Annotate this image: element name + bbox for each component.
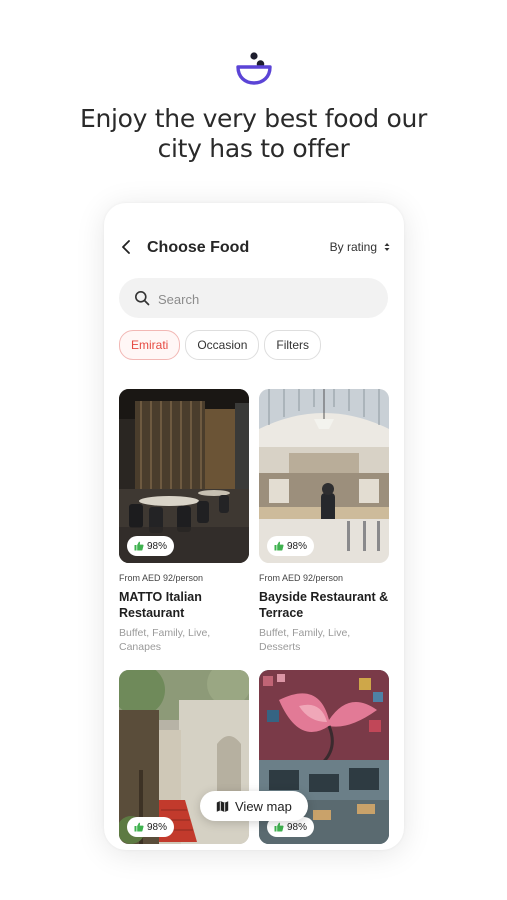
- chip-filters[interactable]: Filters: [264, 330, 322, 360]
- headline: Enjoy the very best food our city has to…: [0, 104, 507, 164]
- app-logo-icon: [236, 52, 272, 85]
- map-icon: [216, 800, 229, 812]
- rating-value: 98%: [287, 540, 308, 552]
- chip-occasion[interactable]: Occasion: [185, 330, 260, 360]
- page-title: Choose Food: [147, 239, 250, 256]
- headline-line-1: Enjoy the very best food our: [79, 104, 428, 133]
- restaurant-card[interactable]: 98% From AED 92/person Bayside Restauran…: [259, 389, 389, 654]
- restaurant-tags: Buffet, Family, Live, Desserts: [259, 627, 351, 653]
- thumbs-up-icon: [134, 541, 144, 551]
- top-bar: Choose Food By rating: [104, 231, 404, 265]
- rating-value: 98%: [147, 540, 168, 552]
- search-input[interactable]: [156, 278, 380, 320]
- search-bar: [119, 278, 388, 320]
- headline-line-2: city has to offer: [157, 134, 350, 163]
- restaurant-name: Bayside Restaurant & Terrace: [259, 590, 389, 620]
- rating-value: 98%: [147, 821, 168, 833]
- thumbs-up-icon: [134, 822, 144, 832]
- view-map-label: View map: [235, 798, 292, 814]
- chevron-left-icon: [122, 240, 130, 254]
- price-text: From AED 92/person: [119, 573, 204, 583]
- search-icon: [135, 291, 150, 306]
- rating-value: 98%: [287, 821, 308, 833]
- restaurant-card[interactable]: 98% From AED 92/person MATTO Italian Res…: [119, 389, 249, 654]
- restaurant-photo: 98%: [259, 389, 389, 563]
- view-map-button[interactable]: View map: [200, 791, 308, 821]
- restaurant-tags: Buffet, Family, Live, Canapes: [119, 627, 211, 653]
- rating-badge: 98%: [127, 536, 175, 556]
- chip-emirati[interactable]: Emirati: [119, 330, 181, 360]
- thumbs-up-icon: [274, 541, 284, 551]
- restaurant-photo: 98%: [119, 389, 249, 563]
- sort-dropdown[interactable]: By rating: [330, 240, 390, 254]
- sort-label: By rating: [329, 240, 377, 254]
- rating-badge: 98%: [127, 817, 175, 837]
- thumbs-up-icon: [274, 822, 284, 832]
- restaurant-name: MATTO Italian Restaurant: [119, 590, 202, 620]
- filter-chips: Emirati Occasion Filters: [119, 330, 322, 360]
- rating-badge: 98%: [267, 536, 315, 556]
- phone-screen: Choose Food By rating Emirati Occasion F…: [104, 203, 404, 850]
- sort-arrows-icon: [384, 243, 390, 251]
- back-button[interactable]: [116, 237, 136, 257]
- price-text: From AED 92/person: [259, 573, 344, 583]
